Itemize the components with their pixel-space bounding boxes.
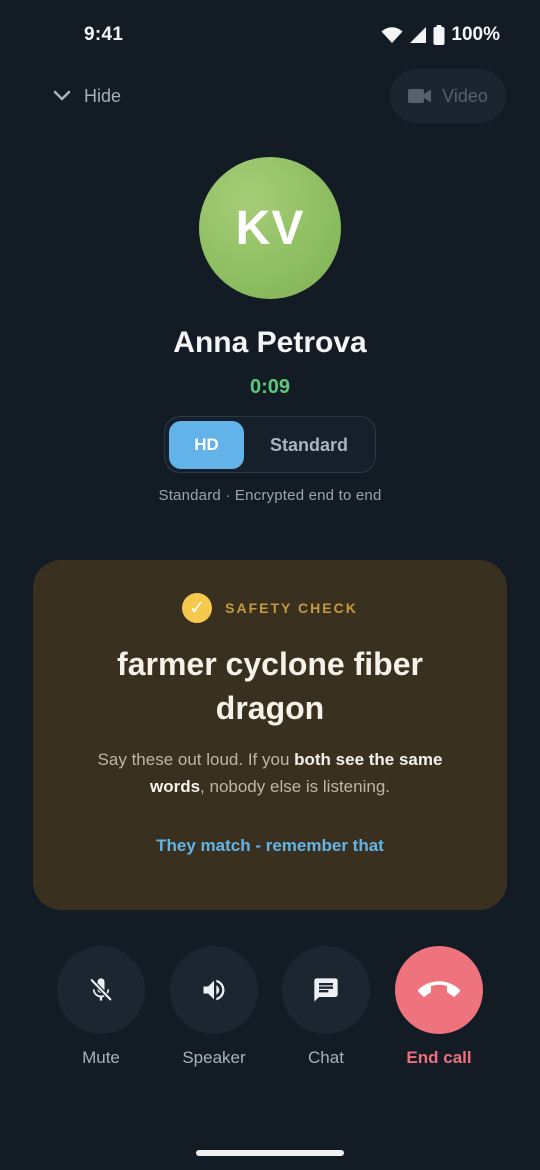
end-call-control: End call — [395, 946, 483, 1068]
chat-control: Chat — [282, 946, 370, 1068]
speaker-icon — [203, 979, 225, 1001]
safety-desc-part2: , nobody else is listening. — [200, 777, 390, 796]
status-icons: 100% — [381, 24, 500, 46]
chevron-down-icon — [53, 90, 71, 101]
safety-words: farmer cyclone fiber dragon — [117, 646, 423, 726]
safety-check-header: ✓ SAFETY CHECK — [33, 593, 507, 623]
avatar-initials: KV — [235, 201, 305, 255]
avatar: KV — [199, 157, 341, 299]
safety-desc-part1: Say these out loud. If you — [97, 750, 295, 769]
chat-icon — [314, 978, 338, 1002]
video-camera-icon — [408, 89, 432, 103]
speaker-label: Speaker — [182, 1048, 246, 1067]
mute-control: Mute — [57, 946, 145, 1068]
end-call-label: End call — [406, 1048, 472, 1067]
safety-check-title: SAFETY CHECK — [225, 600, 358, 616]
speaker-button[interactable] — [170, 946, 258, 1034]
video-label: Video — [442, 85, 488, 106]
speaker-control: Speaker — [170, 946, 258, 1068]
end-call-button[interactable] — [395, 946, 483, 1034]
chat-label: Chat — [308, 1048, 344, 1067]
mute-label: Mute — [82, 1048, 120, 1067]
hide-label: Hide — [84, 85, 122, 106]
quality-caption: Standard · Encrypted end to end — [158, 487, 382, 504]
battery-percentage: 100% — [451, 24, 500, 45]
safety-check-card: ✓ SAFETY CHECK farmer cyclone fiber drag… — [33, 560, 507, 910]
they-match-button[interactable]: They match - remember that — [33, 836, 507, 856]
hide-button[interactable]: Hide — [52, 80, 121, 112]
caller-name: Anna Petrova — [173, 326, 367, 359]
chat-button[interactable] — [282, 946, 370, 1034]
mute-button[interactable] — [57, 946, 145, 1034]
video-button[interactable]: Video — [390, 69, 506, 123]
battery-icon — [433, 25, 445, 45]
home-indicator[interactable] — [196, 1150, 344, 1156]
quality-option-standard[interactable]: Standard — [249, 421, 369, 469]
quality-toggle: HD Standard — [164, 416, 376, 473]
checkmark-icon: ✓ — [182, 593, 213, 623]
mic-off-icon — [89, 977, 113, 1002]
cellular-signal-icon — [410, 27, 427, 43]
safety-description: Say these out loud. If you both see the … — [73, 746, 467, 800]
quality-option-hd[interactable]: HD — [169, 421, 244, 469]
phone-hangup-icon — [418, 981, 460, 997]
call-timer: 0:09 — [249, 376, 291, 398]
status-time: 9:41 — [84, 24, 124, 45]
wifi-icon — [381, 27, 403, 43]
